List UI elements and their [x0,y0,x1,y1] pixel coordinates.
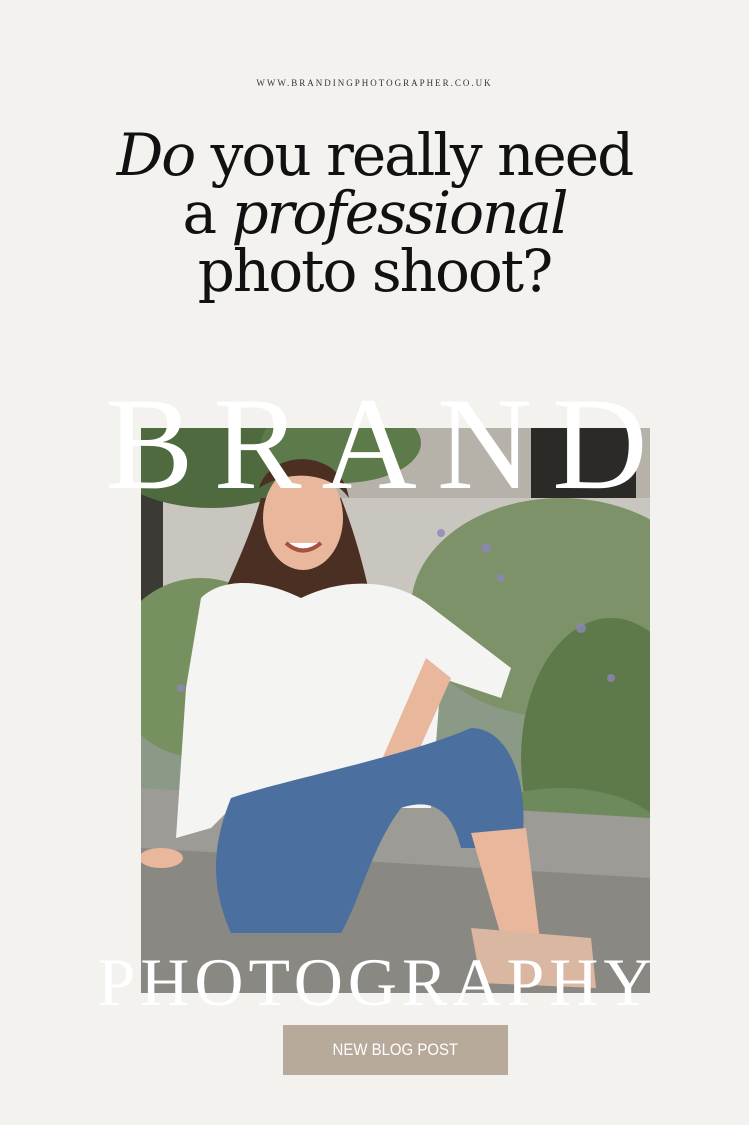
headline-line-1: Do you really need [0,126,749,184]
photography-overlay-word: PHOTOGRAPHY [97,944,658,1020]
headline-line-2: a professional [0,184,749,242]
page-headline: Do you really need a professional photo … [0,126,749,300]
website-url: WWW.BRANDINGPHOTOGRAPHER.CO.UK [256,78,493,88]
new-blog-post-button[interactable]: NEW BLOG POST [283,1025,508,1075]
brand-overlay-word: BRAND [105,370,668,517]
headline-line-3: photo shoot? [197,237,553,305]
new-blog-post-label: NEW BLOG POST [332,1040,459,1059]
